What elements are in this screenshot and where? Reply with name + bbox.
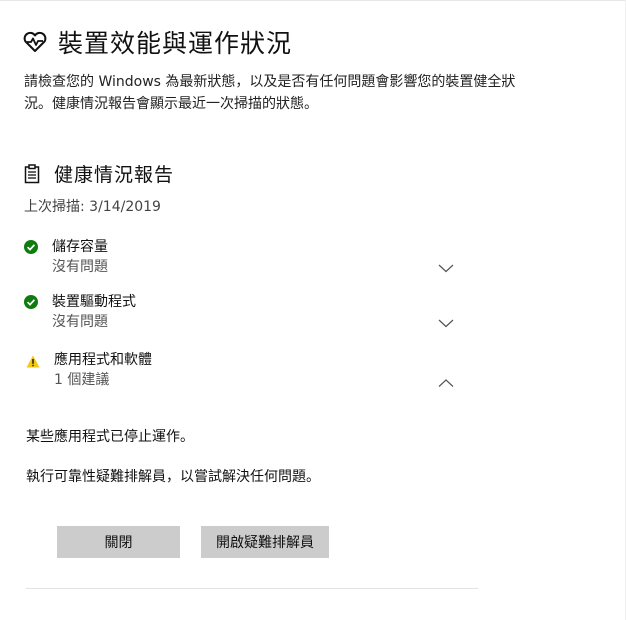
detail-message: 某些應用程式已停止運作。 bbox=[26, 429, 194, 445]
page-header: 裝置效能與運作狀況 bbox=[22, 24, 292, 60]
checkmark-circle-icon bbox=[24, 294, 38, 309]
divider bbox=[26, 588, 478, 589]
status-item-title: 裝置驅動程式 bbox=[52, 294, 136, 310]
open-troubleshooter-button[interactable]: 開啟疑難排解員 bbox=[201, 526, 329, 558]
heart-pulse-icon bbox=[22, 29, 48, 55]
status-item-title: 應用程式和軟體 bbox=[54, 352, 152, 368]
close-button[interactable]: 關閉 bbox=[57, 526, 180, 558]
last-scan-date: 上次掃描: 3/14/2019 bbox=[24, 199, 161, 215]
page-description: 請檢查您的 Windows 為最新狀態，以及是否有任何問題會影響您的裝置健全狀況… bbox=[24, 74, 516, 112]
chevron-down-icon[interactable] bbox=[438, 313, 454, 328]
status-item-status: 1 個建議 bbox=[54, 372, 110, 388]
page-title: 裝置效能與運作狀況 bbox=[58, 29, 293, 58]
health-report-header: 健康情況報告 bbox=[24, 160, 174, 187]
top-border bbox=[0, 0, 626, 1]
status-item-status: 沒有問題 bbox=[52, 314, 108, 330]
clipboard-icon bbox=[24, 163, 40, 184]
chevron-down-icon[interactable] bbox=[438, 258, 454, 273]
checkmark-circle-icon bbox=[24, 239, 38, 254]
status-item-device-drivers[interactable]: 裝置驅動程式 沒有問題 bbox=[24, 291, 464, 335]
warning-triangle-icon bbox=[26, 353, 40, 368]
health-report-title: 健康情況報告 bbox=[54, 164, 175, 186]
status-item-title: 儲存容量 bbox=[52, 239, 108, 255]
status-item-storage[interactable]: 儲存容量 沒有問題 bbox=[24, 236, 464, 280]
status-item-apps-software[interactable]: 應用程式和軟體 1 個建議 bbox=[26, 349, 466, 393]
chevron-up-icon[interactable] bbox=[438, 373, 454, 387]
detail-recommendation: 執行可靠性疑難排解員，以嘗試解決任何問題。 bbox=[26, 469, 320, 485]
status-item-status: 沒有問題 bbox=[52, 259, 108, 275]
